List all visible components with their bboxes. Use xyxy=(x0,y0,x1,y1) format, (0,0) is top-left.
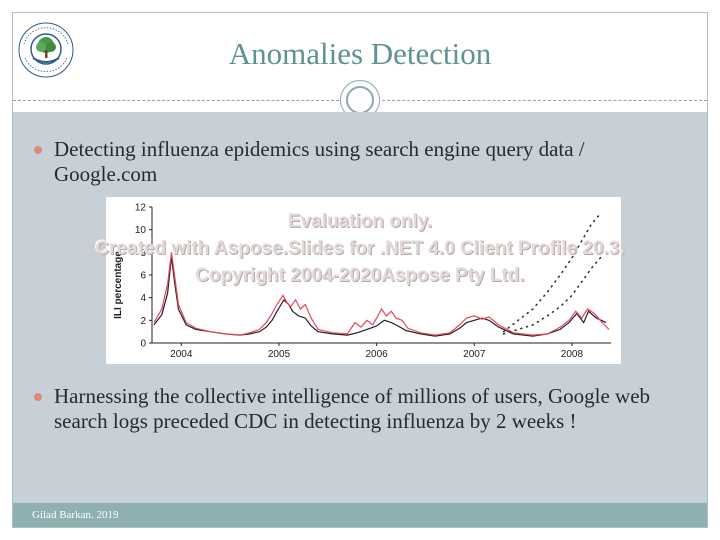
slide: Anomalies Detection Detecting influenza … xyxy=(0,0,720,540)
watermark-line-1: Evaluation only. xyxy=(287,211,433,232)
x-tick-label: 2005 xyxy=(268,349,291,360)
x-tick-label: 2006 xyxy=(365,349,388,360)
y-tick-label: 2 xyxy=(140,316,146,327)
watermark-line-3: Copyright 2004-2020Aspose Pty Ltd. xyxy=(195,265,525,286)
x-tick-label: 2007 xyxy=(463,349,486,360)
footer-author: Gilad Barkan. 2019 xyxy=(32,509,119,521)
circle-ornament-inner xyxy=(346,86,374,114)
bullet-dot-icon xyxy=(34,146,42,154)
bullet-text: Detecting influenza epidemics using sear… xyxy=(54,137,585,186)
header-divider-left xyxy=(13,100,339,101)
x-tick-label: 2004 xyxy=(170,349,193,360)
x-tick-label: 2008 xyxy=(561,349,584,360)
slide-title: Anomalies Detection xyxy=(228,36,492,71)
y-tick-label: 4 xyxy=(140,293,146,304)
slide-footer: Gilad Barkan. 2019 xyxy=(13,503,707,527)
bullet-text: Harnessing the collective intelligence o… xyxy=(54,384,651,433)
bullet-dot-icon xyxy=(34,393,42,401)
watermark-line-2: Created with Aspose.Slides for .NET 4.0 … xyxy=(95,238,625,259)
header-divider-right xyxy=(382,100,707,101)
y-tick-label: 0 xyxy=(140,339,146,350)
